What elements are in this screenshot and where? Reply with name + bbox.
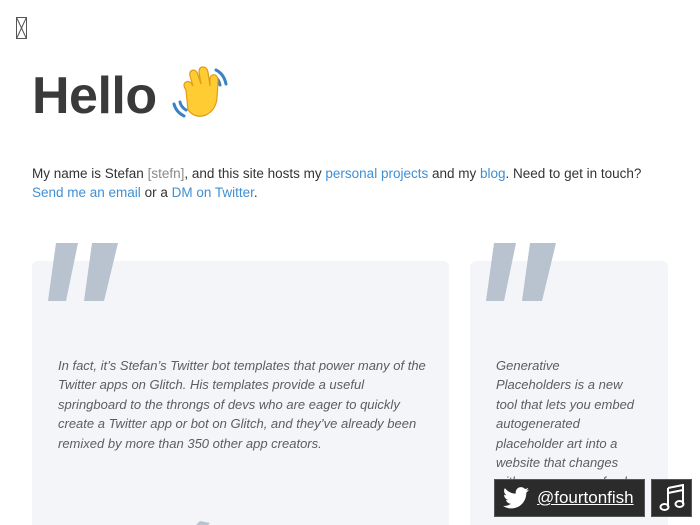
blog-link[interactable]: blog xyxy=(480,166,506,181)
waving-hand-icon xyxy=(172,66,228,118)
quote-mark-icon xyxy=(48,243,118,301)
quote-mark-icon xyxy=(486,243,556,301)
intro-text: and my xyxy=(428,166,480,181)
music-toggle-button[interactable] xyxy=(651,479,692,517)
intro-paragraph: My name is Stefan [stefn], and this site… xyxy=(32,164,668,202)
pronunciation-text: [stefn] xyxy=(147,166,185,181)
intro-text: , and this site hosts my xyxy=(184,166,326,181)
email-link[interactable]: Send me an email xyxy=(32,185,141,200)
intro-text: My name is Stefan xyxy=(32,166,148,181)
personal-projects-link[interactable]: personal projects xyxy=(325,166,428,181)
testimonial-quote: In fact, it’s Stefan’s Twitter bot templ… xyxy=(58,358,426,451)
intro-text: or a xyxy=(140,185,172,200)
quote-mark-icon xyxy=(196,521,210,525)
twitter-follow-button[interactable]: @fourtonfish xyxy=(494,479,645,517)
testimonial-quote: Generative Placeholders is a new tool th… xyxy=(496,358,635,489)
page-title: Hello xyxy=(32,67,157,125)
twitter-bird-icon xyxy=(503,487,529,509)
music-note-icon xyxy=(659,484,684,511)
intro-text: . xyxy=(253,185,258,200)
twitter-dm-link[interactable]: DM on Twitter xyxy=(172,185,254,200)
intro-text: . Need to get in touch? xyxy=(505,166,642,181)
broken-image-icon xyxy=(16,17,27,39)
twitter-handle: @fourtonfish xyxy=(537,488,634,507)
testimonial-card: In fact, it’s Stefan’s Twitter bot templ… xyxy=(32,243,449,525)
